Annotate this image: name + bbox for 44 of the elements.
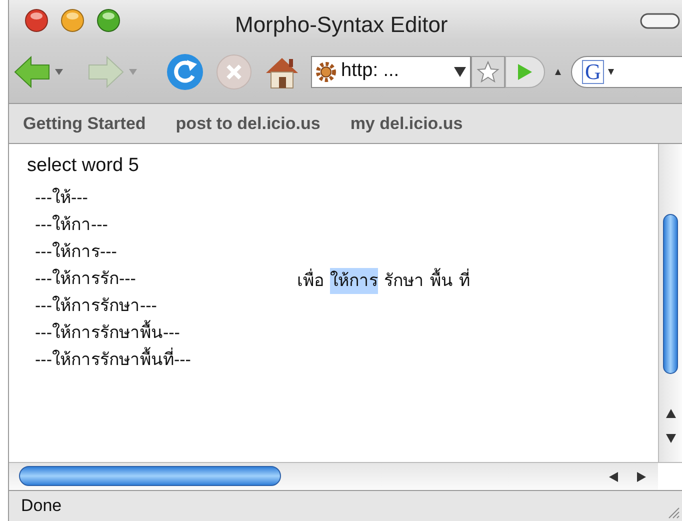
heading-text: select word 5 (27, 154, 139, 178)
back-arrow-icon[interactable] (13, 54, 51, 90)
candidate-item[interactable]: ---ให้การ--- (35, 238, 117, 265)
sentence-word[interactable]: ให้การ (330, 268, 378, 294)
candidate-item[interactable]: ---ให้--- (35, 184, 88, 211)
minimize-icon[interactable] (61, 8, 84, 32)
scroll-down-arrow-icon[interactable] (666, 434, 676, 443)
window-title: Morpho-Syntax Editor (235, 11, 448, 39)
reload-icon[interactable] (165, 52, 205, 92)
scroll-thumb[interactable] (19, 466, 281, 486)
bookmark-link[interactable]: my del.icio.us (350, 110, 463, 136)
search-engine-label: G (582, 60, 604, 84)
zoom-icon[interactable] (97, 8, 120, 32)
url-text: http: ... (341, 59, 400, 84)
candidate-item[interactable]: ---ให้การรักษา--- (35, 292, 157, 319)
resize-grip-icon[interactable] (666, 505, 680, 519)
scroll-right-arrow-icon[interactable] (637, 472, 646, 482)
sentence-word[interactable]: ที่ (459, 268, 470, 294)
bookmark-star-button[interactable] (471, 56, 505, 88)
url-field[interactable]: http: ... (311, 56, 471, 88)
horizontal-scrollbar[interactable] (9, 463, 658, 490)
candidate-item[interactable]: ---ให้การรักษาพื้น--- (35, 319, 180, 346)
candidate-item[interactable]: ---ให้การรัก--- (35, 265, 136, 292)
resize-handle-icon[interactable] (555, 68, 561, 74)
close-icon[interactable] (25, 8, 48, 32)
sentence-word[interactable]: พื้น (430, 268, 453, 294)
toolbar-toggle-icon[interactable] (640, 13, 680, 29)
scroll-up-arrow-icon[interactable] (666, 409, 676, 418)
scroll-left-arrow-icon[interactable] (609, 472, 618, 482)
dropdown-caret-icon (608, 68, 614, 74)
candidate-item[interactable]: ---ให้กา--- (35, 211, 108, 238)
scroll-thumb[interactable] (663, 214, 678, 374)
play-icon (517, 62, 533, 80)
bookmark-link[interactable]: post to del.icio.us (176, 110, 320, 136)
sentence-word[interactable]: เพื่อ (297, 268, 324, 294)
site-gear-icon (316, 62, 336, 82)
star-icon (476, 60, 500, 84)
candidate-item[interactable]: ---ให้การรักษาพื้นที่--- (35, 346, 191, 373)
dropdown-caret-icon[interactable] (454, 66, 466, 76)
bookmark-link[interactable]: Getting Started (23, 110, 146, 136)
status-text: Done (21, 495, 62, 518)
search-engine-button[interactable]: G (571, 56, 682, 88)
vertical-scrollbar[interactable] (658, 144, 682, 462)
sentence-word[interactable]: รักษา (384, 268, 424, 294)
